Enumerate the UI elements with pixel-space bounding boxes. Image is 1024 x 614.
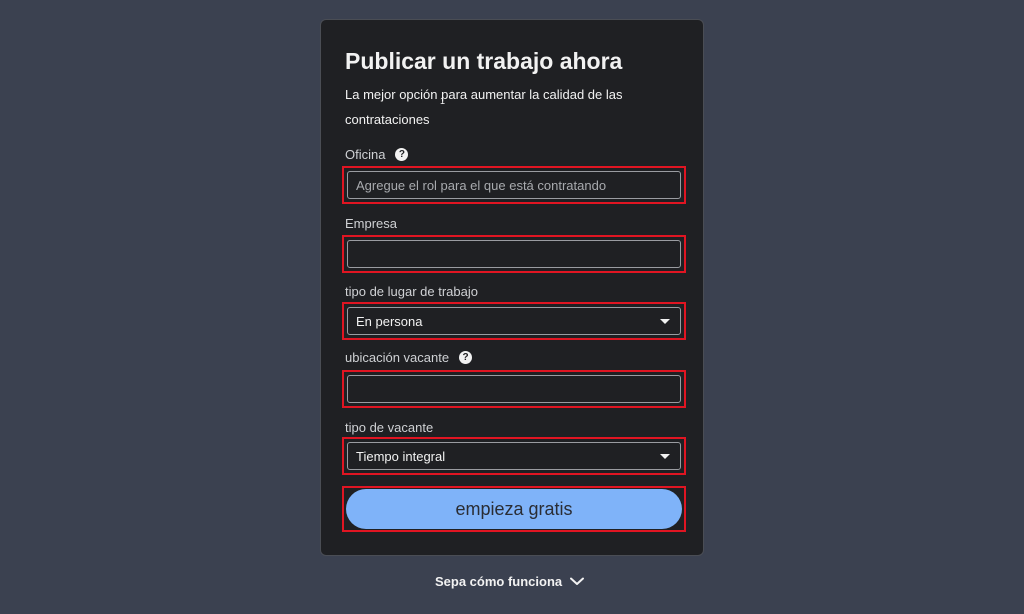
job-post-card: Publicar un trabajo ahora La mejor opció… (320, 19, 704, 556)
job-type-select[interactable]: Tiempo integral (347, 442, 681, 470)
page-subtitle: La mejor opción para aumentar la calidad… (345, 87, 623, 127)
workplace-type-select[interactable]: En persona (347, 307, 681, 335)
stray-mark: 1 (440, 96, 446, 106)
job-type-field-highlight: Tiempo integral (342, 437, 686, 475)
location-help-icon[interactable]: ? (459, 351, 473, 364)
caret-down-icon (660, 453, 670, 459)
office-field-highlight (342, 166, 686, 204)
submit-button-highlight: empieza gratis (342, 486, 686, 532)
workplace-type-selected: En persona (356, 313, 423, 329)
how-it-works-link[interactable]: Sepa cómo funciona (435, 574, 585, 589)
office-help-icon[interactable]: ? (395, 148, 409, 161)
company-field-highlight (342, 235, 686, 273)
caret-down-icon (660, 318, 670, 324)
location-field-highlight (342, 370, 686, 408)
job-type-selected: Tiempo integral (356, 448, 446, 464)
office-label-text: Oficina (345, 147, 386, 162)
company-label: Empresa (345, 216, 397, 231)
job-type-label: tipo de vacante (345, 420, 433, 435)
chevron-down-icon (570, 577, 585, 585)
workplace-type-field-highlight: En persona (342, 302, 686, 340)
location-label: ubicación vacante ? (345, 350, 473, 365)
how-it-works-label: Sepa cómo funciona (435, 574, 563, 589)
workplace-type-label-text: tipo de lugar de trabajo (345, 284, 478, 299)
start-free-button[interactable]: empieza gratis (346, 489, 682, 529)
location-label-text: ubicación vacante (345, 350, 450, 365)
location-input[interactable] (347, 375, 681, 403)
page-title: Publicar un trabajo ahora (345, 48, 623, 74)
office-input[interactable] (347, 171, 681, 199)
office-label: Oficina ? (345, 147, 409, 162)
job-type-label-text: tipo de vacante (345, 420, 434, 435)
company-label-text: Empresa (345, 216, 398, 231)
workplace-type-label: tipo de lugar de trabajo (345, 284, 478, 299)
company-input[interactable] (347, 240, 681, 268)
